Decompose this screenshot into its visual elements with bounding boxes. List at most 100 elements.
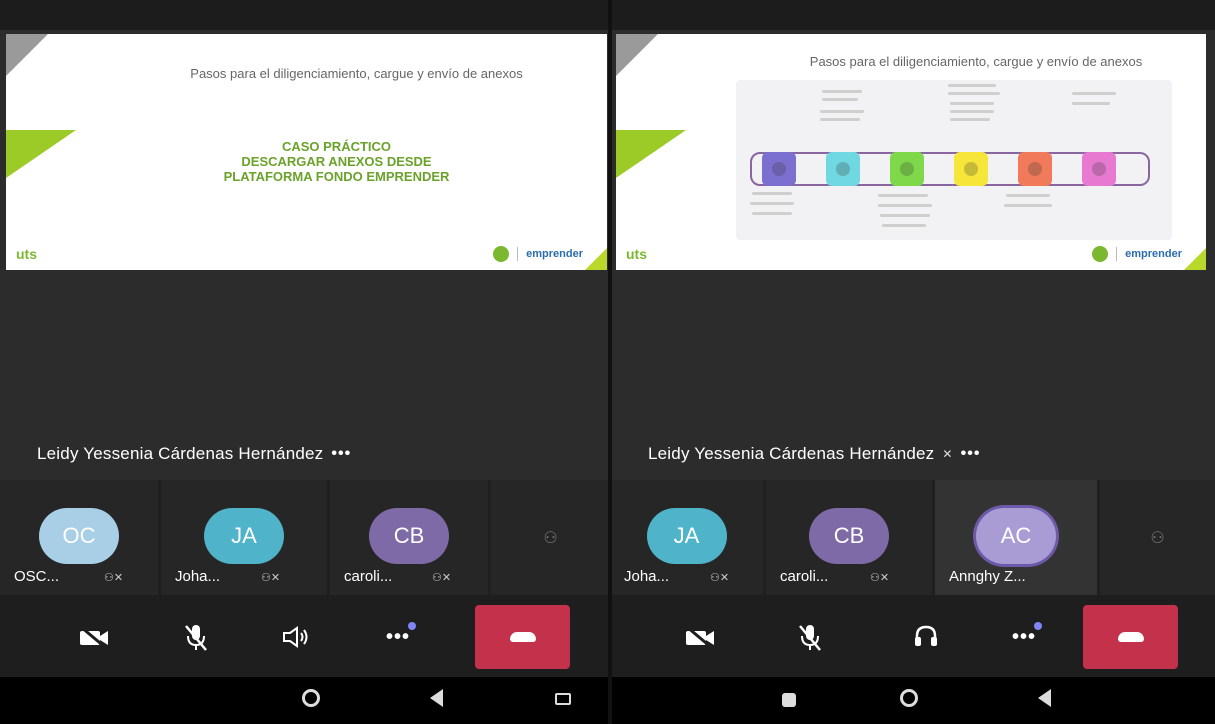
mic-off-button[interactable] (790, 617, 830, 657)
step-text (950, 102, 994, 105)
speaker-name: Leidy Yessenia Cárdenas Hernández (648, 444, 935, 463)
participant-tile[interactable]: OC OSC... ⚇✕ (0, 480, 158, 595)
brand-text: emprender (1125, 248, 1182, 260)
slide-decoration (1184, 248, 1206, 270)
back-button[interactable] (430, 689, 443, 707)
participant-strip: JA Joha... ⚇✕ CB caroli... ⚇✕ AC Annghy … (610, 480, 1215, 595)
speaker-button[interactable] (276, 617, 316, 657)
step-text (750, 202, 794, 205)
more-actions-button[interactable]: ••• (1004, 617, 1044, 657)
step-text (880, 214, 930, 217)
avatar: CB (369, 508, 449, 564)
steps-diagram (736, 80, 1172, 240)
slide-title: Pasos para el diligenciamiento, cargue y… (809, 54, 1143, 69)
slide-decoration (585, 248, 607, 270)
more-options-icon[interactable]: ••• (961, 445, 981, 463)
avatar: CB (809, 508, 889, 564)
rotate-button[interactable] (555, 693, 571, 705)
step-text (948, 92, 1000, 95)
back-button[interactable] (1038, 689, 1051, 707)
headset-button[interactable] (906, 617, 946, 657)
top-bar (610, 0, 1215, 30)
case-line: DESCARGAR ANEXOS DESDE (241, 154, 432, 169)
participant-name: caroli... (344, 568, 393, 585)
recents-button[interactable] (782, 693, 796, 707)
sena-logo-icon (493, 246, 510, 262)
logo-divider (517, 247, 519, 261)
shared-content-stage[interactable]: Pasos para el diligenciamiento, cargue y… (0, 30, 610, 480)
mic-off-icon (185, 625, 207, 651)
participant-name: Joha... (175, 568, 221, 585)
participant-tile[interactable]: CB caroli... ⚇✕ (330, 480, 488, 595)
camera-off-button[interactable] (74, 617, 114, 657)
top-bar (0, 0, 610, 30)
notification-badge (408, 621, 416, 630)
logo-divider (1116, 247, 1118, 261)
avatar: JA (646, 508, 727, 564)
call-controls: ••• (610, 595, 1215, 677)
avatar: AC (976, 508, 1056, 564)
participant-tile-active[interactable]: AC Annghy Z... (935, 480, 1097, 595)
participant-name: OSC... (14, 568, 60, 585)
step-1 (762, 152, 796, 186)
step-text (820, 118, 860, 121)
muted-icon: ⚇✕ (432, 572, 452, 584)
home-button[interactable] (900, 689, 918, 707)
headset-icon (915, 625, 937, 646)
step-text (950, 118, 990, 121)
notification-badge (1034, 621, 1042, 630)
step-text (752, 192, 792, 195)
muted-icon: ⚇✕ (104, 572, 124, 584)
step-text (822, 98, 858, 101)
participant-tile[interactable]: CB caroli... ⚇✕ (766, 480, 932, 595)
rotate-icon (555, 693, 571, 705)
case-line: CASO PRÁCTICO (281, 139, 392, 154)
android-nav-bar (610, 677, 1215, 724)
more-options-icon[interactable]: ••• (331, 445, 351, 463)
back-icon (430, 689, 443, 707)
case-line: PLATAFORMA FONDO EMPRENDER (223, 169, 450, 184)
step-text (1072, 92, 1116, 95)
participant-tile[interactable]: JA Joha... ⚇✕ (610, 480, 763, 595)
active-speaker-label: Leidy Yessenia Cárdenas Hernández ✕ ••• (648, 444, 980, 464)
participant-overflow-tile[interactable]: ⚇ (1100, 480, 1215, 595)
step-text (1072, 102, 1110, 105)
step-text (878, 204, 932, 207)
camera-off-icon (80, 625, 108, 649)
step-text (882, 224, 926, 227)
participant-overflow-tile[interactable]: ⚇ (491, 480, 610, 595)
pane-divider (608, 0, 612, 724)
sena-logo-icon (1092, 246, 1109, 262)
participant-tile[interactable]: JA Joha... ⚇✕ (161, 480, 327, 595)
slide-title: Pasos para el diligenciamiento, cargue y… (190, 66, 523, 81)
fondo-emprender-logo: emprender (493, 246, 583, 262)
speaker-icon (283, 626, 308, 648)
avatar: JA (204, 508, 284, 564)
avatar: OC (39, 508, 119, 564)
more-actions-button[interactable]: ••• (378, 617, 418, 657)
step-4 (954, 152, 988, 186)
slide-decoration (6, 34, 48, 76)
hangup-button[interactable] (475, 605, 570, 669)
mic-off-icon: ✕ (942, 447, 953, 461)
step-2 (826, 152, 860, 186)
more-actions-icon: ••• (386, 621, 416, 649)
participant-name: caroli... (780, 568, 829, 585)
muted-icon: ⚇✕ (870, 572, 890, 584)
speaker-name: Leidy Yessenia Cárdenas Hernández (37, 444, 324, 463)
shared-content-stage[interactable]: Pasos para el diligenciamiento, cargue y… (610, 30, 1215, 480)
step-text (752, 212, 792, 215)
home-button[interactable] (302, 689, 320, 707)
camera-off-button[interactable] (680, 617, 720, 657)
mic-off-icon (799, 625, 821, 651)
muted-icon: ⚇✕ (261, 572, 281, 584)
more-actions-icon: ••• (1012, 621, 1042, 649)
back-icon (1038, 689, 1051, 707)
step-3 (890, 152, 924, 186)
shared-slide: Pasos para el diligenciamiento, cargue y… (616, 34, 1206, 270)
person-icon: ⚇ (1150, 530, 1165, 547)
hangup-button[interactable] (1083, 605, 1178, 669)
mic-off-button[interactable] (176, 617, 216, 657)
active-speaker-label: Leidy Yessenia Cárdenas Hernández ••• (37, 444, 351, 464)
step-5 (1018, 152, 1052, 186)
